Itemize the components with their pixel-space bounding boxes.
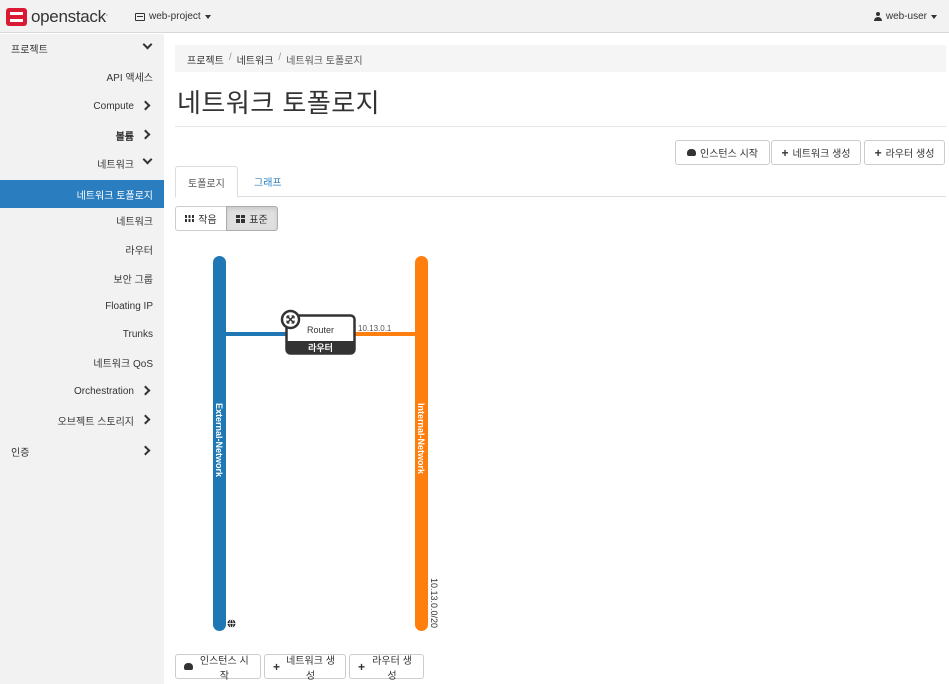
cloud-upload-icon — [184, 663, 193, 670]
create-network-button[interactable]: + 네트워크 생성 — [771, 140, 861, 165]
sidebar-item-volumes[interactable]: 볼륨 — [0, 121, 164, 149]
create-router-button[interactable]: + 라우터 생성 — [864, 140, 945, 165]
create-router-button-bottom[interactable]: + 라우터 생성 — [349, 654, 424, 682]
sidebar-item-label: 인증 — [11, 447, 30, 459]
normal-view-button[interactable]: 표준 — [226, 206, 278, 231]
top-navbar: openstack. web-project web-user — [0, 0, 949, 33]
launch-instance-button[interactable]: 인스턴스 시작 — [675, 140, 770, 165]
sidebar-item-trunks[interactable]: Trunks — [0, 320, 164, 348]
sidebar-item-network-topology[interactable]: 네트워크 토폴로지 — [0, 180, 164, 208]
breadcrumb-item-network[interactable]: 네트워크 — [237, 52, 274, 67]
sidebar-item-label: 라우터 — [125, 245, 153, 257]
launch-instance-button-bottom[interactable]: 인스턴스 시작 — [175, 654, 261, 682]
sidebar-item-label: 오브젝트 스토리지 — [57, 416, 134, 428]
breadcrumb-item-current: 네트워크 토폴로지 — [286, 56, 363, 67]
sidebar-item-label: 프로젝트 — [11, 44, 48, 56]
sidebar-item-networks[interactable]: 네트워크 — [0, 206, 164, 234]
large-blocks-icon — [236, 214, 246, 223]
breadcrumb-item-project[interactable]: 프로젝트 — [187, 52, 224, 67]
grid-icon — [185, 215, 195, 222]
page-title: 네트워크 토폴로지 — [177, 88, 381, 118]
sidebar: 프로젝트 API 액세스 Compute 볼륨 네트워크 네트워크 토폴로지 네… — [0, 34, 164, 684]
plus-icon: + — [874, 145, 882, 160]
project-switcher[interactable]: web-project — [135, 11, 211, 22]
brand-name: openstack. — [31, 7, 108, 26]
button-label: 표준 — [249, 215, 268, 226]
chevron-right-icon — [140, 385, 151, 396]
tab-topology[interactable]: 토폴로지 — [175, 166, 238, 198]
plus-icon: + — [358, 659, 366, 674]
sidebar-item-label: Floating IP — [105, 300, 153, 312]
button-label: 라우터 생성 — [372, 655, 412, 682]
sidebar-item-label: 네트워크 QoS — [93, 358, 153, 370]
sidebar-item-routers[interactable]: 라우터 — [0, 235, 164, 263]
plus-icon: + — [781, 145, 789, 160]
router-name: Router — [307, 325, 334, 335]
chevron-right-icon — [140, 129, 151, 140]
sidebar-item-label: Orchestration — [73, 385, 134, 397]
breadcrumb-separator: / — [228, 52, 232, 63]
title-divider — [175, 126, 946, 127]
chevron-right-icon — [140, 445, 151, 456]
external-network-label: External-Network — [214, 403, 224, 478]
caret-down-icon — [931, 14, 937, 19]
user-menu[interactable]: web-user — [873, 11, 937, 22]
caret-down-icon — [204, 14, 211, 19]
router-node[interactable]: Router 라우터 — [280, 309, 356, 355]
chevron-down-icon — [142, 39, 153, 50]
chevron-right-icon — [140, 100, 151, 111]
openstack-logo-icon — [6, 8, 27, 26]
sidebar-item-label: 보안 그룹 — [113, 274, 153, 286]
sidebar-item-label: Compute — [93, 100, 134, 112]
button-label: 인스턴스 시작 — [700, 149, 758, 160]
internal-network-label: Internal-Network — [416, 403, 426, 475]
button-label: 인스턴스 시작 — [199, 655, 249, 682]
button-label: 네트워크 생성 — [286, 655, 335, 682]
breadcrumb: 프로젝트 / 네트워크 / 네트워크 토폴로지 — [175, 45, 946, 72]
plus-icon: + — [273, 659, 281, 674]
project-icon — [135, 12, 145, 21]
sidebar-item-api-access[interactable]: API 액세스 — [0, 62, 164, 90]
sidebar-item-label: Trunks — [122, 328, 153, 340]
sidebar-item-identity[interactable]: 인증 — [0, 437, 164, 465]
project-name: web-project — [149, 11, 201, 22]
router-type-label: 라우터 — [308, 342, 333, 353]
sidebar-item-label: API 액세스 — [106, 72, 154, 84]
create-network-button-bottom[interactable]: + 네트워크 생성 — [264, 654, 346, 682]
sidebar-item-label: 볼륨 — [115, 131, 134, 143]
chevron-down-icon — [142, 154, 153, 165]
breadcrumb-separator: / — [278, 52, 282, 63]
sidebar-item-security-groups[interactable]: 보안 그룹 — [0, 264, 164, 292]
cloud-upload-icon — [687, 149, 696, 156]
sidebar-item-compute[interactable]: Compute — [0, 92, 164, 120]
router-internal-ip: 10.13.0.1 — [358, 324, 392, 333]
sidebar-item-network[interactable]: 네트워크 — [0, 149, 164, 177]
view-tabs: 토폴로지 그래프 — [175, 166, 946, 198]
user-icon — [873, 12, 882, 21]
sidebar-item-object-storage[interactable]: 오브젝트 스토리지 — [0, 406, 164, 434]
sidebar-item-project[interactable]: 프로젝트 — [0, 34, 164, 62]
button-label: 작음 — [198, 215, 217, 226]
sidebar-item-label: 네트워크 — [116, 216, 153, 228]
openstack-logo[interactable]: openstack. — [6, 7, 108, 27]
router-icon — [280, 309, 301, 330]
button-label: 네트워크 생성 — [792, 149, 851, 160]
sidebar-item-label: 네트워크 토폴로지 — [76, 190, 153, 202]
button-label: 라우터 생성 — [885, 149, 935, 160]
chevron-right-icon — [140, 414, 151, 425]
sidebar-item-network-qos[interactable]: 네트워크 QoS — [0, 348, 164, 376]
internal-network-cidr: 10.13.0.0/20 — [429, 578, 439, 628]
globe-icon — [227, 619, 236, 628]
sidebar-item-label: 네트워크 — [97, 159, 134, 171]
sidebar-item-orchestration[interactable]: Orchestration — [0, 377, 164, 405]
user-name: web-user — [885, 11, 927, 22]
compact-view-button[interactable]: 작음 — [175, 206, 227, 231]
topology-canvas: External-Network Internal-Network 10.13.… — [213, 256, 439, 631]
sidebar-item-floating-ip[interactable]: Floating IP — [0, 292, 164, 320]
tab-graph[interactable]: 그래프 — [242, 166, 294, 197]
